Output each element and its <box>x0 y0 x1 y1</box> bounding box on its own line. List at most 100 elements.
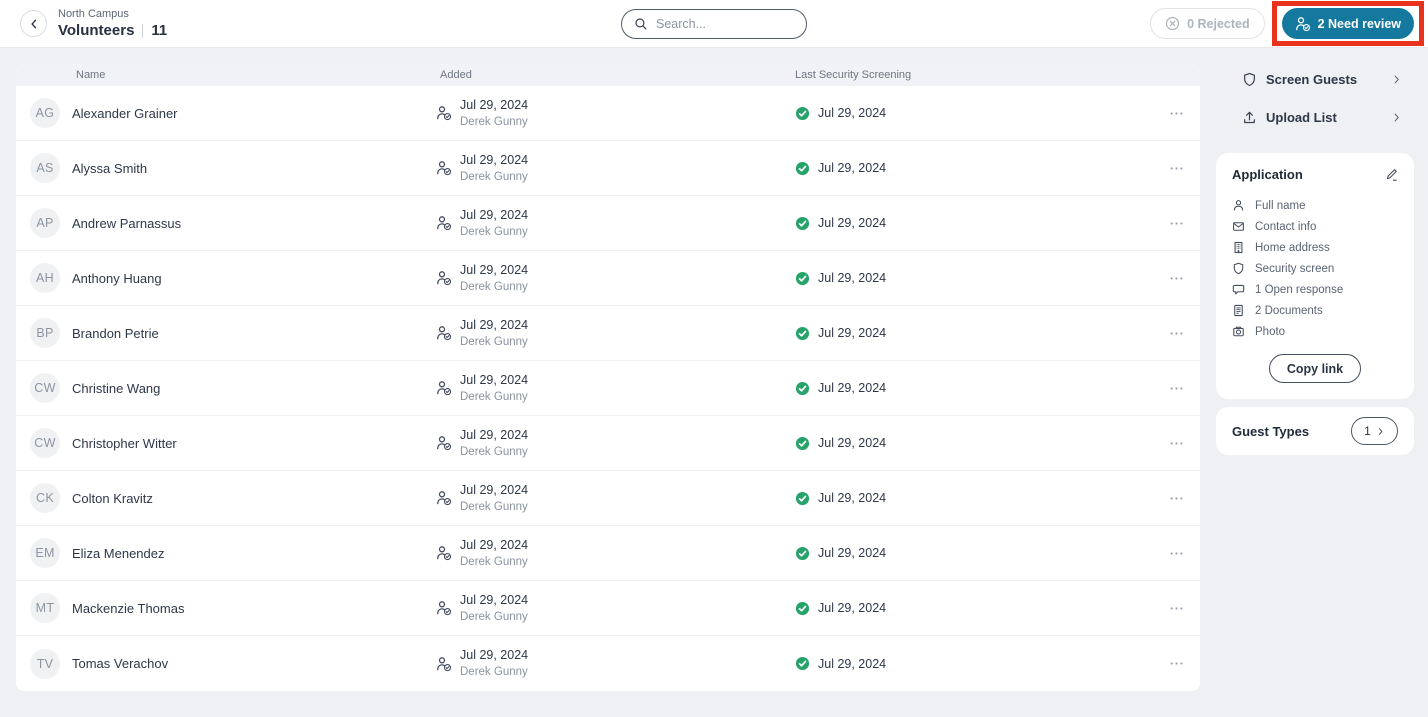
person-check-icon <box>436 435 452 451</box>
screen-guests-button[interactable]: Screen Guests <box>1216 60 1414 98</box>
title-block: North Campus Volunteers 11 <box>58 8 167 39</box>
guest-types-title: Guest Types <box>1232 423 1310 439</box>
check-circle-icon <box>795 106 810 121</box>
shield-icon <box>1242 72 1257 87</box>
volunteer-name: Mackenzie Thomas <box>72 600 185 616</box>
check-circle-icon <box>795 601 810 616</box>
table-row[interactable]: AG Alexander Grainer Jul 29, 2024 Derek … <box>16 86 1200 141</box>
table-row[interactable]: CW Christine Wang Jul 29, 2024 Derek Gun… <box>16 361 1200 416</box>
volunteer-name: Brandon Petrie <box>72 325 159 341</box>
table-row[interactable]: EM Eliza Menendez Jul 29, 2024 Derek Gun… <box>16 526 1200 581</box>
application-item-open-response: 1 Open response <box>1232 279 1398 300</box>
row-more-options-button[interactable] <box>1152 491 1200 506</box>
avatar: CW <box>30 373 60 403</box>
back-button[interactable] <box>20 10 47 37</box>
copy-link-button[interactable]: Copy link <box>1268 354 1362 383</box>
screen-guests-label: Screen Guests <box>1266 71 1358 87</box>
person-check-icon <box>436 325 452 341</box>
row-more-options-button[interactable] <box>1152 161 1200 176</box>
table-row[interactable]: MT Mackenzie Thomas Jul 29, 2024 Derek G… <box>16 581 1200 636</box>
need-review-button[interactable]: 2 Need review <box>1281 8 1414 39</box>
column-header-name: Name <box>76 69 106 81</box>
avatar: CK <box>30 483 60 513</box>
table-row[interactable]: AH Anthony Huang Jul 29, 2024 Derek Gunn… <box>16 251 1200 306</box>
search-bar[interactable] <box>621 9 807 39</box>
page-title: Volunteers <box>58 22 135 39</box>
check-circle-icon <box>795 271 810 286</box>
added-date: Jul 29, 2024 <box>460 592 529 607</box>
row-more-options-button[interactable] <box>1152 381 1200 396</box>
application-item-security-screen: Security screen <box>1232 258 1398 279</box>
check-circle-icon <box>795 546 810 561</box>
row-more-options-button[interactable] <box>1152 271 1200 286</box>
volunteers-table: Name Added Last Security Screening AG Al… <box>16 64 1200 691</box>
row-more-options-button[interactable] <box>1152 546 1200 561</box>
row-more-options-button[interactable] <box>1152 436 1200 451</box>
added-date: Jul 29, 2024 <box>460 262 529 277</box>
volunteer-name: Christine Wang <box>72 380 161 396</box>
guest-types-button[interactable]: 1 <box>1351 417 1398 445</box>
person-check-icon <box>436 105 452 121</box>
top-header: North Campus Volunteers 11 0 Rejected 2 … <box>0 0 1428 48</box>
table-row[interactable]: BP Brandon Petrie Jul 29, 2024 Derek Gun… <box>16 306 1200 361</box>
added-by: Derek Gunny <box>460 225 528 238</box>
screening-date: Jul 29, 2024 <box>818 106 887 120</box>
screening-date: Jul 29, 2024 <box>818 161 887 175</box>
application-card: Application Full name Contact info Home … <box>1216 153 1414 399</box>
person-check-icon <box>436 380 452 396</box>
table-row[interactable]: AS Alyssa Smith Jul 29, 2024 Derek Gunny… <box>16 141 1200 196</box>
row-more-options-button[interactable] <box>1152 326 1200 341</box>
table-row[interactable]: AP Andrew Parnassus Jul 29, 2024 Derek G… <box>16 196 1200 251</box>
x-circle-icon <box>1165 16 1180 31</box>
added-by: Derek Gunny <box>460 390 528 403</box>
pencil-icon[interactable] <box>1384 168 1398 182</box>
row-more-options-button[interactable] <box>1152 216 1200 231</box>
volunteer-name: Anthony Huang <box>72 270 162 286</box>
more-options-icon <box>1169 271 1184 286</box>
check-circle-icon <box>795 491 810 506</box>
row-more-options-button[interactable] <box>1152 106 1200 121</box>
table-row[interactable]: CW Christopher Witter Jul 29, 2024 Derek… <box>16 416 1200 471</box>
column-header-screening: Last Security Screening <box>795 69 912 81</box>
screening-date: Jul 29, 2024 <box>818 326 887 340</box>
application-item-home-address: Home address <box>1232 237 1398 258</box>
shield-icon <box>1232 262 1245 275</box>
more-options-icon <box>1169 216 1184 231</box>
row-more-options-button[interactable] <box>1152 656 1200 671</box>
table-row[interactable]: TV Tomas Verachov Jul 29, 2024 Derek Gun… <box>16 636 1200 691</box>
more-options-icon <box>1169 326 1184 341</box>
added-date: Jul 29, 2024 <box>460 372 529 387</box>
speech-bubble-icon <box>1232 283 1245 296</box>
avatar: BP <box>30 318 60 348</box>
screening-date: Jul 29, 2024 <box>818 656 887 671</box>
added-date: Jul 29, 2024 <box>460 537 529 552</box>
more-options-icon <box>1169 546 1184 561</box>
person-icon <box>1232 199 1245 212</box>
search-icon <box>634 17 648 31</box>
upload-list-label: Upload List <box>1266 109 1337 125</box>
application-item-photo: Photo <box>1232 321 1398 342</box>
more-options-icon <box>1169 161 1184 176</box>
need-review-button-label: 2 Need review <box>1317 16 1401 31</box>
search-input[interactable] <box>656 17 794 31</box>
chevron-right-icon <box>1391 112 1402 123</box>
document-icon <box>1232 304 1245 317</box>
rejected-button[interactable]: 0 Rejected <box>1150 8 1265 39</box>
table-row[interactable]: CK Colton Kravitz Jul 29, 2024 Derek Gun… <box>16 471 1200 526</box>
added-by: Derek Gunny <box>460 280 528 293</box>
row-more-options-button[interactable] <box>1152 601 1200 616</box>
more-options-icon <box>1169 106 1184 121</box>
avatar: MT <box>30 593 60 623</box>
volunteer-name: Eliza Menendez <box>72 545 165 561</box>
avatar: CW <box>30 428 60 458</box>
more-options-icon <box>1169 491 1184 506</box>
volunteer-name: Colton Kravitz <box>72 490 153 506</box>
upload-icon <box>1242 110 1257 125</box>
avatar: AP <box>30 208 60 238</box>
upload-list-button[interactable]: Upload List <box>1216 98 1414 136</box>
volunteer-name: Andrew Parnassus <box>72 215 182 231</box>
added-date: Jul 29, 2024 <box>460 152 529 167</box>
title-separator <box>142 23 144 38</box>
check-circle-icon <box>795 216 810 231</box>
person-check-icon <box>436 270 452 286</box>
